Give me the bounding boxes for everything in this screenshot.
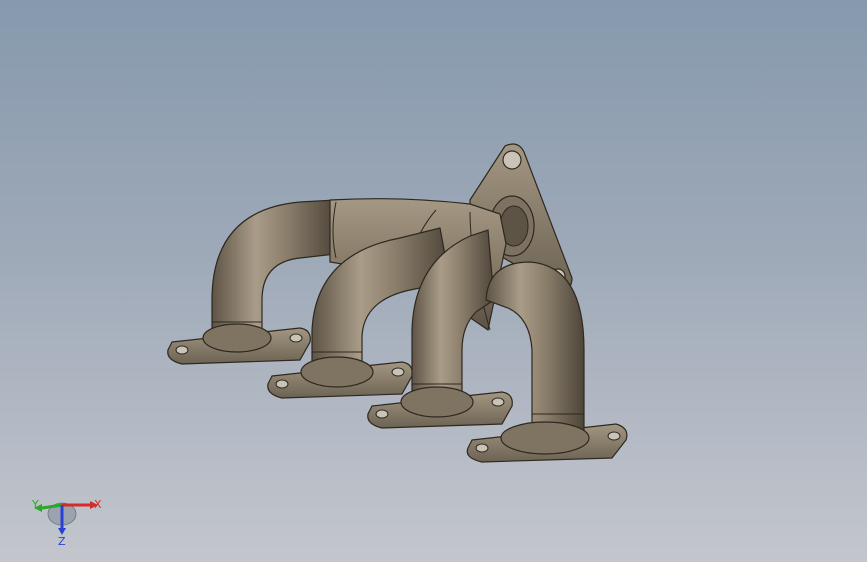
runner-4[interactable] bbox=[485, 261, 590, 455]
y-axis-label: Y bbox=[31, 498, 39, 511]
z-axis-arrowhead bbox=[58, 528, 66, 535]
graphics-viewport[interactable]: X Y Z bbox=[0, 0, 867, 562]
exhaust-manifold-model[interactable] bbox=[0, 0, 867, 562]
orientation-triad[interactable]: X Y Z bbox=[28, 488, 108, 548]
bolt-hole bbox=[502, 150, 522, 170]
x-axis-label: X bbox=[94, 498, 102, 511]
z-axis-label: Z bbox=[58, 535, 66, 548]
